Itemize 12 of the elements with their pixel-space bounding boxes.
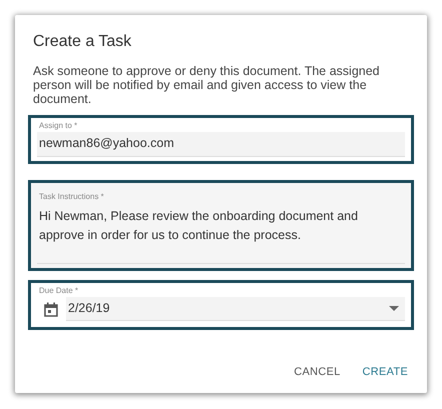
field-label: Assign to *: [39, 121, 78, 130]
input-field[interactable]: newman86@yahoo.com: [37, 132, 405, 157]
dialog-description: Ask someone to approve or deny this document. The assigned person will be notified by email and given access to view the document.: [33, 64, 381, 106]
date-dropdown[interactable]: 2/26/19: [66, 297, 405, 321]
calendar-icon[interactable]: [44, 302, 58, 316]
cancel-button[interactable]: CANCEL: [288, 362, 346, 382]
field-label: Due Date *: [39, 286, 80, 295]
caret-icon: [389, 306, 399, 310]
field-label: Task Instructions *: [39, 192, 105, 201]
text-area[interactable]: Hi Newman, Please review the onboarding document and approve in order for us to continue the process.: [37, 203, 405, 264]
dialog-title: Create a Task: [33, 33, 132, 51]
create-button[interactable]: CREATE: [356, 362, 414, 382]
